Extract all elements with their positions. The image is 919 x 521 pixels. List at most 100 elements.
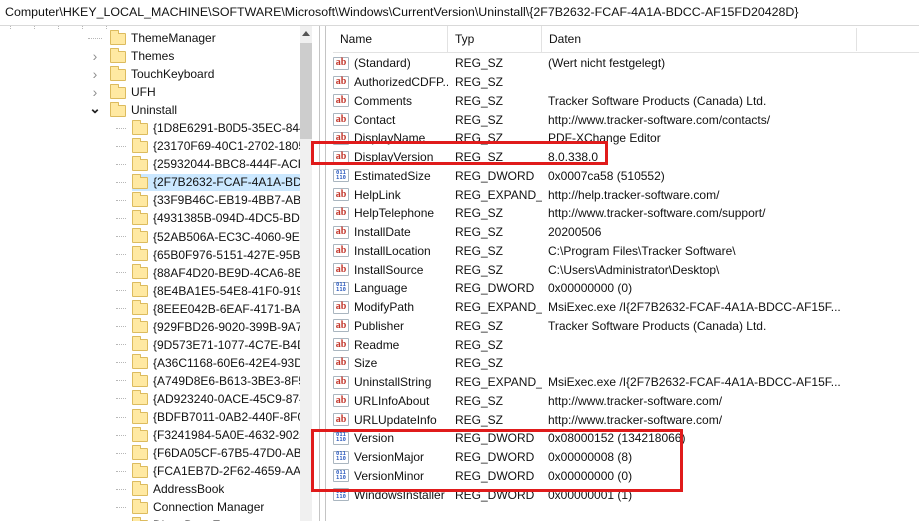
tree-chevron-icon[interactable]: [116, 128, 126, 129]
tree-chevron-icon[interactable]: ›: [88, 67, 102, 81]
tree-item[interactable]: {A749D8E6-B613-3BE3-8F5F-0: [0, 372, 307, 390]
tree-chevron-icon[interactable]: ⌄: [88, 101, 102, 115]
tree-item[interactable]: {FCA1EB7D-2F62-4659-AA5F-: [0, 462, 307, 480]
tree-item-body[interactable]: {33F9B46C-EB19-4BB7-ABFA-: [132, 192, 307, 209]
registry-value-row[interactable]: InstallLocation REG_SZ C:\Program Files\…: [333, 242, 919, 261]
registry-value-row[interactable]: (Standard) REG_SZ (Wert nicht festgelegt…: [333, 54, 919, 73]
tree-chevron-icon[interactable]: ›: [88, 85, 102, 99]
registry-value-row[interactable]: Publisher REG_SZ Tracker Software Produc…: [333, 317, 919, 336]
tree-item-body[interactable]: {52AB506A-EC3C-4060-9EBF-: [132, 228, 307, 245]
tree-item[interactable]: {AD923240-0ACE-45C9-8749-: [0, 390, 307, 408]
registry-value-row[interactable]: Readme REG_SZ: [333, 335, 919, 354]
tree-item[interactable]: {8E4BA1E5-54E8-41F0-919B-C: [0, 282, 307, 300]
tree-item[interactable]: ThemeManager: [0, 29, 307, 47]
tree-item-body[interactable]: {4931385B-094D-4DC5-BD6A-: [132, 210, 307, 227]
tree-item[interactable]: {BDFB7011-0AB2-440F-8F00-3: [0, 408, 307, 426]
tree-item-body[interactable]: AddressBook: [132, 481, 307, 498]
tree-item-body[interactable]: {25932044-BBC8-444F-ACF4-7: [132, 156, 307, 173]
tree-item[interactable]: {F3241984-5A0E-4632-9025-A: [0, 426, 307, 444]
tree-chevron-icon[interactable]: [116, 236, 126, 237]
tree-chevron-icon[interactable]: [116, 146, 126, 147]
tree-chevron-icon[interactable]: [116, 326, 126, 327]
tree-item-body[interactable]: {F6DA05CF-67B5-47D0-ABD4: [132, 445, 307, 462]
registry-value-row[interactable]: InstallSource REG_SZ C:\Users\Administra…: [333, 260, 919, 279]
tree-item[interactable]: {1D8E6291-B0D5-35EC-8441-6: [0, 119, 307, 137]
tree-item[interactable]: {88AF4D20-BE9D-4CA6-8BD4: [0, 264, 307, 282]
tree-chevron-icon[interactable]: [116, 290, 126, 291]
tree-item-body[interactable]: {A36C1168-60E6-42E4-93DB-6: [132, 354, 307, 371]
tree-chevron-icon[interactable]: [116, 218, 126, 219]
column-header-name[interactable]: Name: [333, 26, 448, 52]
tree-item[interactable]: › Themes: [0, 47, 307, 65]
tree-item[interactable]: {9D573E71-1077-4C7E-B4DB-4: [0, 336, 307, 354]
tree-item[interactable]: {52AB506A-EC3C-4060-9EBF-: [0, 228, 307, 246]
tree-item-body[interactable]: {929FBD26-9020-399B-9A7A-: [132, 318, 307, 335]
tree-item[interactable]: DirectDrawEx: [0, 516, 307, 521]
tree-item[interactable]: {8EEE042B-6EAF-4171-BA6E-0: [0, 300, 307, 318]
tree-item-body[interactable]: {1D8E6291-B0D5-35EC-8441-6: [132, 120, 307, 137]
tree-item-body[interactable]: {65B0F976-5151-427E-95B4-23: [132, 246, 307, 263]
tree-chevron-icon[interactable]: [116, 489, 126, 490]
tree-chevron-icon[interactable]: [116, 507, 126, 508]
tree-item[interactable]: {65B0F976-5151-427E-95B4-23: [0, 246, 307, 264]
tree-chevron-icon[interactable]: [116, 200, 126, 201]
tree-item-body[interactable]: {88AF4D20-BE9D-4CA6-8BD4: [132, 264, 307, 281]
tree-item[interactable]: {2F7B2632-FCAF-4A1A-BDCC-: [0, 173, 307, 191]
tree-item[interactable]: › UFH: [0, 83, 307, 101]
tree-chevron-icon[interactable]: [116, 435, 126, 436]
tree-item-body[interactable]: {9D573E71-1077-4C7E-B4DB-4: [132, 336, 307, 353]
tree-item[interactable]: › TouchKeyboard: [0, 65, 307, 83]
registry-value-row[interactable]: URLInfoAbout REG_SZ http://www.tracker-s…: [333, 392, 919, 411]
tree-item[interactable]: {F6DA05CF-67B5-47D0-ABD4: [0, 444, 307, 462]
registry-value-row[interactable]: Comments REG_SZ Tracker Software Product…: [333, 92, 919, 111]
tree-item[interactable]: {4931385B-094D-4DC5-BD6A-: [0, 209, 307, 227]
tree-chevron-icon[interactable]: [116, 471, 126, 472]
tree-item-body[interactable]: {8EEE042B-6EAF-4171-BA6E-0: [132, 300, 307, 317]
registry-value-row[interactable]: Contact REG_SZ http://www.tracker-softwa…: [333, 110, 919, 129]
tree-item-body[interactable]: Connection Manager: [132, 499, 307, 516]
tree-item-body[interactable]: {23170F69-40C1-2702-1805-00: [132, 138, 307, 155]
tree-chevron-icon[interactable]: [116, 272, 126, 273]
registry-value-row[interactable]: InstallDate REG_SZ 20200506: [333, 223, 919, 242]
tree-chevron-icon[interactable]: [88, 38, 102, 39]
column-header-type[interactable]: Typ: [448, 26, 542, 52]
tree-item[interactable]: Connection Manager: [0, 498, 307, 516]
column-header-data[interactable]: Daten: [542, 26, 919, 52]
registry-value-row[interactable]: HelpLink REG_EXPAND_SZ http://help.track…: [333, 185, 919, 204]
tree-item-body[interactable]: UFH: [110, 84, 307, 101]
tree-chevron-icon[interactable]: [116, 164, 126, 165]
tree-chevron-icon[interactable]: ›: [88, 49, 102, 63]
tree-item-body[interactable]: {8E4BA1E5-54E8-41F0-919B-C: [132, 282, 307, 299]
tree-item[interactable]: AddressBook: [0, 480, 307, 498]
tree-item[interactable]: {A36C1168-60E6-42E4-93DB-6: [0, 354, 307, 372]
registry-value-row[interactable]: Size REG_SZ: [333, 354, 919, 373]
tree-chevron-icon[interactable]: [116, 308, 126, 309]
tree-item-body[interactable]: {F3241984-5A0E-4632-9025-A: [132, 427, 307, 444]
tree-item-body[interactable]: {BDFB7011-0AB2-440F-8F00-3: [132, 409, 307, 426]
tree-chevron-icon[interactable]: [116, 380, 126, 381]
tree-chevron-icon[interactable]: [116, 453, 126, 454]
registry-value-row[interactable]: HelpTelephone REG_SZ http://www.tracker-…: [333, 204, 919, 223]
tree-chevron-icon[interactable]: [116, 182, 126, 183]
tree-item[interactable]: ⌄ Uninstall: [0, 101, 307, 119]
tree-item-body[interactable]: ThemeManager: [110, 30, 307, 47]
registry-value-row[interactable]: ModifyPath REG_EXPAND_SZ MsiExec.exe /I{…: [333, 298, 919, 317]
tree-item[interactable]: {33F9B46C-EB19-4BB7-ABFA-: [0, 191, 307, 209]
tree-chevron-icon[interactable]: [116, 398, 126, 399]
registry-value-row[interactable]: UninstallString REG_EXPAND_SZ MsiExec.ex…: [333, 373, 919, 392]
registry-value-row[interactable]: URLUpdateInfo REG_SZ http://www.tracker-…: [333, 410, 919, 429]
tree-chevron-icon[interactable]: [116, 362, 126, 363]
tree-item-body[interactable]: {2F7B2632-FCAF-4A1A-BDCC-: [132, 174, 307, 191]
tree-item-body[interactable]: {FCA1EB7D-2F62-4659-AA5F-: [132, 463, 307, 480]
tree-item[interactable]: {929FBD26-9020-399B-9A7A-: [0, 318, 307, 336]
tree-item[interactable]: {25932044-BBC8-444F-ACF4-7: [0, 155, 307, 173]
registry-value-row[interactable]: AuthorizedCDFP... REG_SZ: [333, 73, 919, 92]
address-bar[interactable]: Computer\HKEY_LOCAL_MACHINE\SOFTWARE\Mic…: [0, 0, 919, 26]
tree-item-body[interactable]: {AD923240-0ACE-45C9-8749-: [132, 390, 307, 407]
tree-chevron-icon[interactable]: [116, 254, 126, 255]
tree-item-body[interactable]: DirectDrawEx: [132, 517, 307, 521]
registry-value-row[interactable]: Language REG_DWORD 0x00000000 (0): [333, 279, 919, 298]
tree-item-body[interactable]: Themes: [110, 48, 307, 65]
tree-item-body[interactable]: TouchKeyboard: [110, 66, 307, 83]
tree-chevron-icon[interactable]: [116, 344, 126, 345]
